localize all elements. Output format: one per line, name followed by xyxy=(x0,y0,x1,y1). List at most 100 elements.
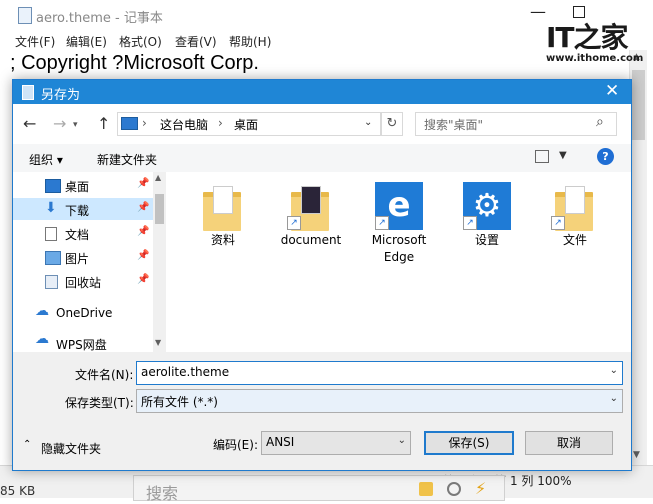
pin-icon: 📌 xyxy=(137,226,150,237)
document-icon xyxy=(45,227,57,241)
nav-item-wps-cloud[interactable]: ☁ WPS网盘 xyxy=(13,330,153,352)
chevron-down-icon[interactable]: ⌄ xyxy=(610,365,618,376)
cancel-button[interactable]: 取消 xyxy=(525,431,613,455)
save-options-panel: 文件名(N): aerolite.theme ⌄ 保存类型(T): 所有文件 (… xyxy=(13,352,631,470)
encoding-value: ANSI xyxy=(266,435,295,449)
file-item-ziliao[interactable]: 资料 xyxy=(183,182,263,249)
scroll-down-icon[interactable]: ▼ xyxy=(155,338,161,347)
up-arrow-icon[interactable]: ↑ xyxy=(97,114,110,133)
navigation-pane-scrollbar[interactable]: ▲ ▼ xyxy=(153,172,166,352)
scroll-thumb[interactable] xyxy=(632,70,645,140)
nav-item-pictures[interactable]: 图片 📌 xyxy=(13,246,153,268)
scroll-thumb[interactable] xyxy=(155,194,164,224)
back-arrow-icon[interactable]: ← xyxy=(23,114,36,133)
filename-input[interactable]: aerolite.theme ⌄ xyxy=(136,361,623,385)
folder-shortcut-icon: ↗ xyxy=(287,182,335,231)
file-item-settings[interactable]: ⚙ ↗ 设置 xyxy=(447,182,527,249)
refresh-button[interactable]: ↻ xyxy=(381,112,403,136)
file-label: document xyxy=(280,233,342,247)
download-icon: ⬇ xyxy=(45,200,57,216)
scroll-up-icon[interactable]: ▲ xyxy=(155,173,161,182)
navigation-bar: ← → ▾ ↑ › 这台电脑 › 桌面 ⌄ ↻ 搜索"桌面" ⌕ xyxy=(13,104,631,144)
nav-item-recycle-bin[interactable]: 回收站 📌 xyxy=(13,270,153,292)
lightning-app-icon[interactable]: ⚡ xyxy=(475,479,486,498)
file-label: 文件 xyxy=(562,233,587,247)
filetype-select[interactable]: 所有文件 (*.*) ⌄ xyxy=(136,389,623,413)
nav-label: 回收站 xyxy=(65,276,102,290)
taskbar-search-box[interactable]: 搜索 ⚡ xyxy=(133,475,505,503)
address-bar[interactable]: › 这台电脑 › 桌面 ⌄ xyxy=(117,112,381,136)
save-button[interactable]: 保存(S) xyxy=(424,431,514,455)
status-file-size: 85 KB xyxy=(0,484,36,498)
menu-file[interactable]: 文件(F) xyxy=(15,33,55,50)
menu-view[interactable]: 查看(V) xyxy=(175,33,217,50)
search-input[interactable]: 搜索"桌面" ⌕ xyxy=(415,112,617,136)
pin-icon: 📌 xyxy=(137,274,150,285)
ithome-url: www.ithome.com xyxy=(546,53,644,64)
collapse-icon[interactable]: ⌃ xyxy=(23,439,31,450)
menu-help[interactable]: 帮助(H) xyxy=(229,33,271,50)
nav-label: 文档 xyxy=(65,228,90,242)
notepad-title: aero.theme - 记事本 xyxy=(36,11,163,26)
change-view-icon[interactable] xyxy=(535,150,549,163)
navigation-pane: 桌面 📌 ⬇ 下载 📌 文档 📌 图片 📌 回收站 📌 ☁ OneDrive ☁… xyxy=(13,172,166,352)
breadcrumb-desktop[interactable]: 桌面 xyxy=(234,116,258,133)
search-icon[interactable]: ⌕ xyxy=(596,114,604,130)
new-folder-button[interactable]: 新建文件夹 xyxy=(97,151,157,168)
filetype-value: 所有文件 (*.*) xyxy=(141,395,218,409)
file-item-edge[interactable]: e ↗ Microsoft Edge xyxy=(359,182,439,266)
folder-shortcut-icon: ↗ xyxy=(551,182,599,231)
crumb-separator-icon[interactable]: › xyxy=(142,116,147,130)
pin-icon: 📌 xyxy=(137,178,150,189)
settings-gear-icon: ⚙ ↗ xyxy=(463,182,511,230)
search-placeholder: 搜索"桌面" xyxy=(424,118,484,132)
nav-item-downloads[interactable]: ⬇ 下载 📌 xyxy=(13,198,153,220)
recent-dropdown-icon[interactable]: ▾ xyxy=(73,120,78,130)
menu-edit[interactable]: 编辑(E) xyxy=(66,33,107,50)
file-item-wenjian[interactable]: ↗ 文件 xyxy=(535,182,615,249)
nav-label: 桌面 xyxy=(65,180,90,194)
notepad-text-line[interactable]: ; Copyright ?Microsoft Corp. xyxy=(10,52,259,75)
scroll-down-icon[interactable]: ▼ xyxy=(633,450,640,460)
nav-item-documents[interactable]: 文档 📌 xyxy=(13,222,153,244)
file-item-document[interactable]: ↗ document xyxy=(271,182,351,249)
pin-icon: 📌 xyxy=(137,250,150,261)
forward-arrow-icon[interactable]: → xyxy=(53,114,66,133)
edge-icon: e ↗ xyxy=(375,182,423,230)
nav-label: 图片 xyxy=(65,252,90,266)
nav-label: WPS网盘 xyxy=(56,338,107,352)
help-icon[interactable]: ? xyxy=(597,148,614,165)
notepad-icon xyxy=(18,7,32,24)
chevron-down-icon[interactable]: ⌄ xyxy=(398,435,406,446)
crumb-separator-icon[interactable]: › xyxy=(218,116,223,130)
cloud-icon: ☁ xyxy=(35,331,49,347)
nav-item-onedrive[interactable]: ☁ OneDrive xyxy=(13,302,153,324)
dialog-title-bar: 另存为 ✕ xyxy=(13,80,631,104)
command-bar: 组织 ▾ 新建文件夹 ▼ ? xyxy=(13,144,631,172)
folder-app-icon[interactable] xyxy=(419,482,433,496)
hide-folders-button[interactable]: 隐藏文件夹 xyxy=(41,440,101,457)
media-app-icon[interactable] xyxy=(447,482,461,496)
menu-format[interactable]: 格式(O) xyxy=(119,33,162,50)
chevron-down-icon[interactable]: ⌄ xyxy=(610,393,618,404)
breadcrumb-this-pc[interactable]: 这台电脑 xyxy=(160,116,208,133)
encoding-label: 编码(E): xyxy=(213,438,258,452)
desktop-icon xyxy=(45,179,61,193)
encoding-select[interactable]: ANSI ⌄ xyxy=(261,431,411,455)
minimize-button[interactable]: — xyxy=(530,2,546,21)
folder-icon xyxy=(199,182,247,231)
file-label: 设置 xyxy=(474,233,499,247)
close-icon[interactable]: ✕ xyxy=(605,81,619,101)
file-list: 资料 ↗ document e ↗ Microsoft Edge ⚙ ↗ 设置 … xyxy=(166,172,631,352)
view-dropdown-icon[interactable]: ▼ xyxy=(559,150,567,161)
organize-button[interactable]: 组织 ▾ xyxy=(29,151,63,168)
dialog-title: 另存为 xyxy=(41,88,81,103)
this-pc-icon xyxy=(121,117,138,130)
ithome-logo: IT之家 xyxy=(546,21,629,54)
nav-item-desktop[interactable]: 桌面 📌 xyxy=(13,174,153,196)
address-dropdown-icon[interactable]: ⌄ xyxy=(364,117,372,128)
filename-label: 文件名(N): xyxy=(75,368,134,382)
nav-label: OneDrive xyxy=(56,306,113,320)
recycle-bin-icon xyxy=(45,275,58,289)
taskbar-search-placeholder: 搜索 xyxy=(146,484,179,503)
